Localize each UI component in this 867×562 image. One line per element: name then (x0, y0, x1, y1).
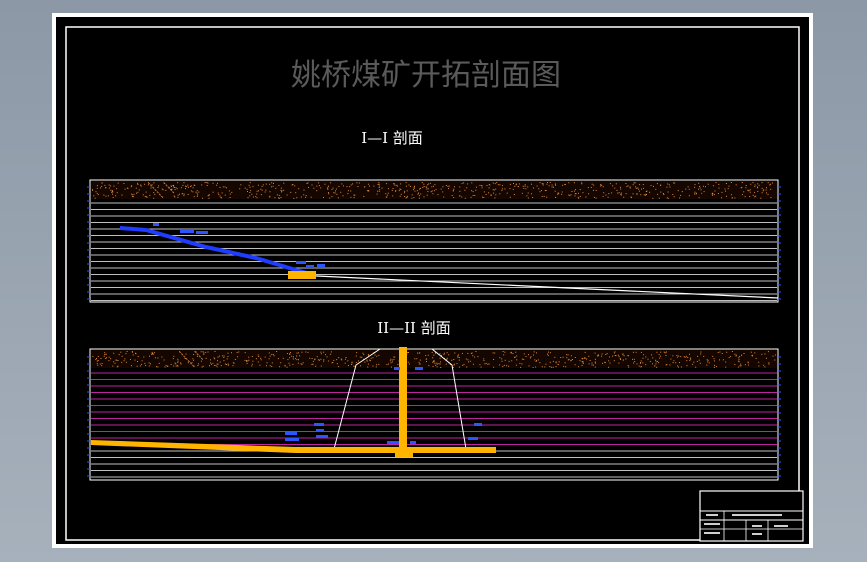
drawing-canvas[interactable]: 姚桥煤矿开拓剖面图 I—I 剖面 II—II 剖面 (56, 17, 809, 544)
drawing-sheet: 姚桥煤矿开拓剖面图 I—I 剖面 II—II 剖面 (52, 13, 813, 548)
section2-topsoil (91, 350, 777, 368)
title-block (699, 490, 804, 542)
drawing-title: 姚桥煤矿开拓剖面图 (291, 58, 561, 93)
drawing-svg: 姚桥煤矿开拓剖面图 I—I 剖面 II—II 剖面 (65, 26, 804, 542)
section1-strata (91, 202, 777, 301)
section1-title: I—I 剖面 (361, 129, 423, 147)
section1-shaft-bottom (288, 271, 316, 279)
section2-strata (91, 372, 777, 478)
section2-frame (89, 348, 779, 481)
section1-profile (87, 179, 781, 303)
section2-profile (87, 347, 781, 481)
section2-vertical-shaft (399, 347, 407, 453)
inner-border (65, 26, 800, 541)
section2-shaft-sump (395, 448, 413, 457)
section1-coal-seam (295, 274, 779, 299)
section2-title: II—II 剖面 (377, 319, 450, 337)
